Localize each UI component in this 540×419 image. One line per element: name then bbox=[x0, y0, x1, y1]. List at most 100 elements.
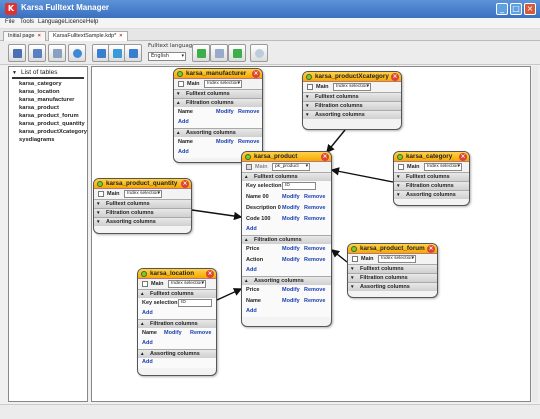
tab-sample-project[interactable]: KarsaFulltextSample.kdp* × bbox=[48, 31, 128, 41]
table-card-manufacturer[interactable]: karsa_manufacturer × Main Index selection … bbox=[173, 68, 263, 163]
menu-file[interactable]: File bbox=[5, 19, 15, 25]
index-selection-select[interactable]: pk_product bbox=[272, 163, 310, 171]
modify-link[interactable]: Modify bbox=[216, 139, 234, 145]
menu-licence[interactable]: Licence bbox=[65, 19, 86, 25]
save-button[interactable] bbox=[8, 44, 26, 62]
add-link[interactable]: Add bbox=[178, 119, 189, 125]
modify-link[interactable]: Modify bbox=[282, 298, 300, 304]
remove-link[interactable]: Remove bbox=[238, 109, 259, 115]
assorting-columns-header[interactable]: ▾ Assorting columns bbox=[348, 282, 437, 291]
table-card-product-quantity[interactable]: karsa_product_quantity × Main Index select… bbox=[93, 178, 192, 234]
run-button[interactable] bbox=[228, 44, 246, 62]
assorting-columns-header[interactable]: ▴ Assorting columns bbox=[242, 276, 331, 285]
remove-link[interactable]: Remove bbox=[304, 298, 325, 304]
modify-link[interactable]: Modify bbox=[282, 257, 300, 263]
add-link[interactable]: Add bbox=[142, 359, 153, 365]
filtration-columns-header[interactable]: ▾ Filtration columns bbox=[348, 273, 437, 282]
table-card-product-forum[interactable]: karsa_product_forum × Main Index selection… bbox=[347, 243, 438, 298]
close-card-icon[interactable]: × bbox=[252, 70, 260, 78]
card-header[interactable]: karsa_product_quantity × bbox=[94, 179, 191, 189]
add-link[interactable]: Add bbox=[246, 267, 257, 273]
remove-link[interactable]: Remove bbox=[304, 205, 325, 211]
remove-link[interactable]: Remove bbox=[238, 139, 259, 145]
index-selection-select[interactable]: Index selection bbox=[378, 255, 416, 263]
list-item[interactable]: sysdiagrams bbox=[19, 137, 54, 143]
menu-help[interactable]: Help bbox=[86, 19, 98, 25]
list-item[interactable]: karsa_location bbox=[19, 89, 60, 95]
table-card-product[interactable]: karsa_product × Main pk_product ▴Fulltext … bbox=[241, 151, 332, 327]
fulltext-columns-header[interactable]: ▾ Fulltext columns bbox=[394, 172, 469, 181]
remove-link[interactable]: Remove bbox=[304, 246, 325, 252]
remove-link[interactable]: Remove bbox=[304, 216, 325, 222]
main-checkbox[interactable] bbox=[98, 191, 104, 197]
main-checkbox[interactable] bbox=[398, 164, 404, 170]
menu-language[interactable]: Language bbox=[38, 19, 65, 25]
main-checkbox[interactable] bbox=[246, 164, 252, 170]
card-header[interactable]: karsa_category × bbox=[394, 152, 469, 162]
save-as-button[interactable] bbox=[28, 44, 46, 62]
key-selection-select[interactable]: ID bbox=[178, 299, 212, 307]
modify-link[interactable]: Modify bbox=[282, 205, 300, 211]
index-selection-select[interactable]: Index selection bbox=[124, 190, 162, 198]
index-selection-select[interactable]: Index selection bbox=[204, 80, 242, 88]
index-selection-select[interactable]: Index selection bbox=[333, 83, 371, 91]
assorting-columns-header[interactable]: ▴ Assorting columns bbox=[138, 349, 216, 358]
card-header[interactable]: karsa_product × bbox=[242, 152, 331, 162]
card-header[interactable]: karsa_product_forum × bbox=[348, 244, 437, 254]
search-button[interactable] bbox=[250, 44, 268, 62]
fulltext-columns-header[interactable]: ▾ Fulltext columns bbox=[348, 264, 437, 273]
fulltext-columns-header[interactable]: ▾ Fulltext columns bbox=[174, 89, 262, 98]
table-card-category[interactable]: karsa_category × Main Index selection ▾Ful… bbox=[393, 151, 470, 206]
close-window-button[interactable]: × bbox=[524, 3, 536, 15]
remove-link[interactable]: Remove bbox=[304, 194, 325, 200]
menu-tools[interactable]: Tools bbox=[20, 19, 34, 25]
modify-link[interactable]: Modify bbox=[282, 246, 300, 252]
assorting-columns-header[interactable]: ▾ Assorting columns bbox=[394, 190, 469, 199]
filtration-columns-header[interactable]: ▴ Filtration columns bbox=[242, 235, 331, 244]
table-card-productxcategory[interactable]: karsa_productXcategory × Main Index select… bbox=[302, 71, 402, 130]
filtration-columns-header[interactable]: ▾ Filtration columns bbox=[94, 208, 191, 217]
close-tab-icon[interactable]: × bbox=[119, 33, 122, 39]
modify-link[interactable]: Modify bbox=[282, 287, 300, 293]
fulltext-columns-header[interactable]: ▴ Fulltext columns bbox=[138, 289, 216, 298]
main-checkbox[interactable] bbox=[142, 281, 148, 287]
export-button[interactable] bbox=[48, 44, 66, 62]
close-card-icon[interactable]: × bbox=[321, 153, 329, 161]
modify-link[interactable]: Modify bbox=[164, 330, 182, 336]
assorting-columns-header[interactable]: ▾ Assorting columns bbox=[94, 217, 191, 226]
table-list-header[interactable]: ▼ List of tables bbox=[12, 69, 57, 76]
list-item[interactable]: karsa_product bbox=[19, 105, 59, 111]
remove-link[interactable]: Remove bbox=[304, 287, 325, 293]
main-checkbox[interactable] bbox=[178, 81, 184, 87]
list-item[interactable]: karsa_manufacturer bbox=[19, 97, 74, 103]
import-button[interactable] bbox=[124, 44, 142, 62]
remove-link[interactable]: Remove bbox=[190, 330, 211, 336]
index-selection-select[interactable]: Index selection bbox=[424, 163, 462, 171]
fulltext-language-select[interactable]: English bbox=[148, 52, 186, 61]
list-item[interactable]: karsa_category bbox=[19, 81, 62, 87]
card-header[interactable]: karsa_location × bbox=[138, 269, 216, 279]
assorting-columns-header[interactable]: ▾ Assorting columns bbox=[303, 110, 401, 119]
close-card-icon[interactable]: × bbox=[427, 245, 435, 253]
list-item[interactable]: karsa_product_forum bbox=[19, 113, 79, 119]
vertical-scrollbar[interactable] bbox=[532, 66, 538, 402]
close-card-icon[interactable]: × bbox=[391, 73, 399, 81]
modify-link[interactable]: Modify bbox=[216, 109, 234, 115]
fulltext-columns-header[interactable]: ▾ Fulltext columns bbox=[94, 199, 191, 208]
copy-button[interactable] bbox=[210, 44, 228, 62]
add-link[interactable]: Add bbox=[178, 149, 189, 155]
filtration-columns-header[interactable]: ▴ Filtration columns bbox=[138, 319, 216, 328]
filtration-columns-header[interactable]: ▴ Filtration columns bbox=[174, 98, 262, 107]
add-link[interactable]: Add bbox=[142, 340, 153, 346]
close-card-icon[interactable]: × bbox=[206, 270, 214, 278]
index-selection-select[interactable]: Index selection bbox=[168, 280, 206, 288]
list-item[interactable]: karsa_productXcategory bbox=[19, 129, 87, 135]
card-header[interactable]: karsa_productXcategory × bbox=[303, 72, 401, 82]
fulltext-columns-header[interactable]: ▴ Fulltext columns bbox=[242, 172, 331, 181]
close-tab-icon[interactable]: × bbox=[38, 33, 41, 39]
fulltext-columns-header[interactable]: ▾ Fulltext columns bbox=[303, 92, 401, 101]
card-header[interactable]: karsa_manufacturer × bbox=[174, 69, 262, 79]
apply-language-button[interactable] bbox=[192, 44, 210, 62]
key-selection-select[interactable]: ID bbox=[282, 182, 316, 190]
assorting-columns-header[interactable]: ▴ Assorting columns bbox=[174, 128, 262, 137]
